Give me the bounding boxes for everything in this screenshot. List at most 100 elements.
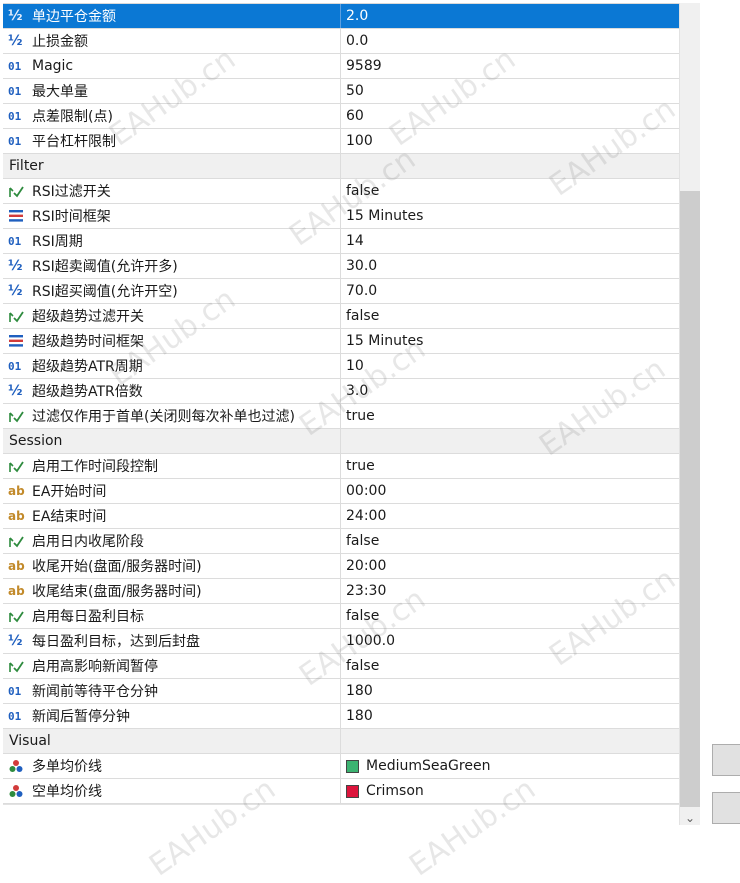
parameter-row[interactable]: 启用高影响新闻暂停 false: [3, 654, 679, 679]
parameter-name: 新闻前等待平仓分钟: [32, 684, 158, 700]
parameter-value-cell[interactable]: true: [341, 454, 679, 478]
parameter-value-cell[interactable]: false: [341, 179, 679, 203]
parameter-row[interactable]: 启用每日盈利目标 false: [3, 604, 679, 629]
group-label-cell: Session: [3, 429, 341, 453]
scrollbar-thumb[interactable]: [680, 191, 700, 807]
parameter-value-cell[interactable]: Crimson: [341, 779, 679, 803]
group-row[interactable]: Filter: [3, 154, 679, 179]
parameter-name: Magic: [32, 58, 74, 74]
parameter-row[interactable]: 超级趋势时间框架 15 Minutes: [3, 329, 679, 354]
side-button-lower[interactable]: [712, 792, 740, 824]
vertical-scrollbar[interactable]: ⌄: [679, 3, 700, 825]
parameter-row[interactable]: 01 Magic 9589: [3, 54, 679, 79]
parameter-name: RSI时间框架: [32, 209, 111, 225]
parameter-value-cell[interactable]: 15 Minutes: [341, 329, 679, 353]
horizontal-scrollbar[interactable]: [3, 804, 679, 825]
parameter-value-cell[interactable]: 10: [341, 354, 679, 378]
parameter-row[interactable]: 01 超级趋势ATR周期 10: [3, 354, 679, 379]
parameter-name-cell: 启用日内收尾阶段: [3, 529, 341, 553]
parameter-value: 100: [346, 133, 373, 149]
parameter-value-cell[interactable]: false: [341, 604, 679, 628]
parameter-name-cell: 空单均价线: [3, 779, 341, 803]
parameter-name-cell: 01 新闻前等待平仓分钟: [3, 679, 341, 703]
parameter-row[interactable]: 超级趋势过滤开关 false: [3, 304, 679, 329]
parameter-row[interactable]: RSI过滤开关 false: [3, 179, 679, 204]
parameter-value-cell[interactable]: 24:00: [341, 504, 679, 528]
parameter-row[interactable]: ½ RSI超卖阈值(允许开多) 30.0: [3, 254, 679, 279]
parameter-row[interactable]: ab EA开始时间 00:00: [3, 479, 679, 504]
parameter-value-cell[interactable]: 30.0: [341, 254, 679, 278]
parameter-row[interactable]: 多单均价线 MediumSeaGreen: [3, 754, 679, 779]
parameter-row[interactable]: ½ 单边平仓金额 2.0: [3, 4, 679, 29]
parameter-row[interactable]: 01 平台杠杆限制 100: [3, 129, 679, 154]
parameter-row[interactable]: 01 RSI周期 14: [3, 229, 679, 254]
bool-icon: [8, 184, 30, 198]
parameter-row[interactable]: 01 点差限制(点) 60: [3, 104, 679, 129]
parameter-row[interactable]: 01 最大单量 50: [3, 79, 679, 104]
group-row[interactable]: Visual: [3, 729, 679, 754]
parameter-row[interactable]: ab 收尾结束(盘面/服务器时间) 23:30: [3, 579, 679, 604]
parameter-row[interactable]: ½ 每日盈利目标，达到后封盘 1000.0: [3, 629, 679, 654]
parameter-row[interactable]: 01 新闻前等待平仓分钟 180: [3, 679, 679, 704]
side-button-upper[interactable]: [712, 744, 740, 776]
parameter-value: false: [346, 308, 380, 324]
bool-icon: [8, 659, 30, 673]
parameter-row[interactable]: 启用日内收尾阶段 false: [3, 529, 679, 554]
parameter-name: 多单均价线: [32, 759, 102, 775]
parameter-row[interactable]: ½ 止损金额 0.0: [3, 29, 679, 54]
parameter-value-cell[interactable]: 60: [341, 104, 679, 128]
parameter-name: 超级趋势过滤开关: [32, 309, 144, 325]
parameter-name-cell: 01 平台杠杆限制: [3, 129, 341, 153]
scroll-down-arrow-icon[interactable]: ⌄: [683, 811, 697, 825]
parameter-value-cell[interactable]: 9589: [341, 54, 679, 78]
parameter-value-cell[interactable]: 50: [341, 79, 679, 103]
group-label: Visual: [9, 733, 51, 749]
parameter-value: 23:30: [346, 583, 387, 599]
parameter-value: 0.0: [346, 33, 369, 49]
group-row[interactable]: Session: [3, 429, 679, 454]
parameter-name: 新闻后暂停分钟: [32, 709, 130, 725]
parameter-value: 2.0: [346, 8, 369, 24]
parameter-value-cell[interactable]: false: [341, 654, 679, 678]
parameter-name-cell: 启用工作时间段控制: [3, 454, 341, 478]
parameter-row[interactable]: 01 新闻后暂停分钟 180: [3, 704, 679, 729]
parameter-value-cell[interactable]: 70.0: [341, 279, 679, 303]
double-icon: ½: [8, 8, 30, 24]
group-label-cell: Filter: [3, 154, 341, 178]
parameter-value-cell[interactable]: true: [341, 404, 679, 428]
parameter-value: false: [346, 533, 380, 549]
parameter-row[interactable]: ab 收尾开始(盘面/服务器时间) 20:00: [3, 554, 679, 579]
parameter-name-cell: ab EA开始时间: [3, 479, 341, 503]
parameter-value: false: [346, 183, 380, 199]
parameter-value-cell[interactable]: 1000.0: [341, 629, 679, 653]
parameter-value-cell[interactable]: 100: [341, 129, 679, 153]
parameter-value-cell[interactable]: 14: [341, 229, 679, 253]
parameter-name: RSI周期: [32, 234, 83, 250]
parameter-value-cell[interactable]: 180: [341, 679, 679, 703]
parameter-value-cell[interactable]: false: [341, 304, 679, 328]
parameter-row[interactable]: 空单均价线 Crimson: [3, 779, 679, 804]
parameter-value-cell[interactable]: 15 Minutes: [341, 204, 679, 228]
parameter-value-cell[interactable]: 00:00: [341, 479, 679, 503]
parameter-value-cell[interactable]: 3.0: [341, 379, 679, 403]
parameter-row[interactable]: 过滤仅作用于首单(关闭则每次补单也过滤) true: [3, 404, 679, 429]
parameter-value-cell[interactable]: 20:00: [341, 554, 679, 578]
parameter-value-cell[interactable]: 0.0: [341, 29, 679, 53]
parameter-value: false: [346, 608, 380, 624]
color-icon: [8, 759, 30, 773]
parameter-value: true: [346, 408, 375, 424]
parameter-row[interactable]: ½ 超级趋势ATR倍数 3.0: [3, 379, 679, 404]
parameter-value-cell[interactable]: false: [341, 529, 679, 553]
parameter-row[interactable]: 启用工作时间段控制 true: [3, 454, 679, 479]
double-icon: ½: [8, 258, 30, 274]
group-value-cell: [341, 429, 679, 453]
parameter-row[interactable]: RSI时间框架 15 Minutes: [3, 204, 679, 229]
parameter-row[interactable]: ab EA结束时间 24:00: [3, 504, 679, 529]
parameter-value-cell[interactable]: 180: [341, 704, 679, 728]
double-type-glyph: ½: [8, 383, 23, 399]
parameter-value-cell[interactable]: 23:30: [341, 579, 679, 603]
parameter-value-cell[interactable]: 2.0: [341, 4, 679, 28]
parameter-name-cell: ½ 超级趋势ATR倍数: [3, 379, 341, 403]
parameter-value-cell[interactable]: MediumSeaGreen: [341, 754, 679, 778]
parameter-row[interactable]: ½ RSI超买阈值(允许开空) 70.0: [3, 279, 679, 304]
